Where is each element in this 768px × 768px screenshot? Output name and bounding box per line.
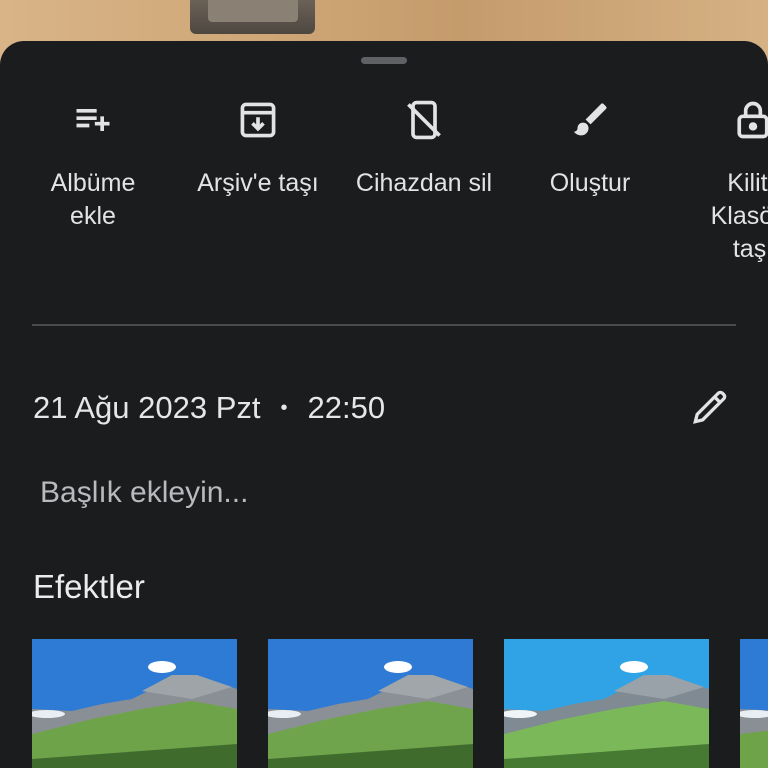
divider — [32, 324, 736, 326]
separator-dot: • — [280, 396, 288, 419]
effects-title: Efektler — [33, 568, 145, 605]
effect-thumbnail[interactable] — [268, 639, 473, 768]
delete-from-device-label: Cihazdan sil — [355, 169, 493, 197]
caption-input[interactable] — [40, 471, 640, 515]
date-time-row: 21 Ağu 2023 Pzt • 22:50 — [33, 385, 736, 431]
move-to-locked-folder-button[interactable]: Kilitli Klasöre taşı — [678, 96, 768, 266]
brush-icon — [566, 96, 614, 144]
edit-date-button[interactable] — [688, 385, 732, 429]
drag-handle[interactable] — [361, 57, 407, 64]
background-object — [190, 0, 315, 34]
effect-thumbnail[interactable] — [504, 639, 709, 768]
archive-icon — [234, 96, 282, 144]
delete-from-device-button[interactable]: Cihazdan sil — [349, 96, 499, 200]
pencil-icon — [693, 390, 727, 424]
create-label: Oluştur — [549, 169, 631, 197]
move-to-archive-button[interactable]: Arşiv'e taşı — [183, 96, 333, 200]
add-to-album-label: Albüme ekle — [50, 169, 136, 230]
time-text: 22:50 — [307, 390, 386, 425]
effect-thumbnail[interactable] — [32, 639, 237, 768]
move-to-archive-label: Arşiv'e taşı — [197, 169, 319, 197]
move-to-locked-folder-label: Kilitli Klasöre taşı — [710, 169, 768, 263]
effect-thumbnail[interactable] — [740, 639, 768, 768]
lock-icon — [729, 96, 768, 144]
date-text: 21 Ağu 2023 Pzt — [33, 390, 261, 425]
add-to-album-button[interactable]: Albüme ekle — [18, 96, 168, 233]
info-bottom-sheet: Albüme ekle Arşiv'e taşı Cihazdan sil Ol… — [0, 41, 768, 768]
mobile-off-icon — [400, 96, 448, 144]
create-button[interactable]: Oluştur — [515, 96, 665, 200]
playlist-add-icon — [69, 96, 117, 144]
